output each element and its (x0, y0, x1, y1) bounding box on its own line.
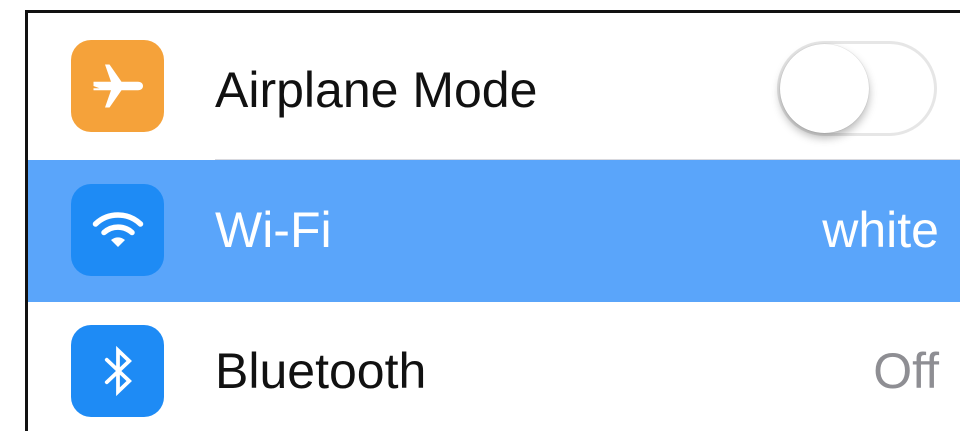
wifi-label: Wi-Fi (215, 202, 332, 258)
airplane-icon (71, 40, 164, 132)
bluetooth-status-value: Off (873, 343, 939, 399)
settings-row-bluetooth[interactable]: Bluetooth Off (28, 302, 960, 431)
wifi-network-value: white (822, 202, 939, 258)
bluetooth-icon (71, 325, 164, 417)
airplane-mode-toggle[interactable] (777, 41, 937, 136)
airplane-mode-label: Airplane Mode (215, 62, 538, 118)
bluetooth-label: Bluetooth (215, 343, 427, 399)
toggle-knob[interactable] (780, 44, 869, 133)
settings-row-wifi[interactable]: Wi-Fi white (28, 160, 960, 302)
settings-row-airplane-mode[interactable]: Airplane Mode (28, 13, 960, 160)
settings-list: Airplane Mode Wi-Fi white Bluetooth Off (25, 10, 960, 431)
wifi-icon (71, 184, 164, 276)
